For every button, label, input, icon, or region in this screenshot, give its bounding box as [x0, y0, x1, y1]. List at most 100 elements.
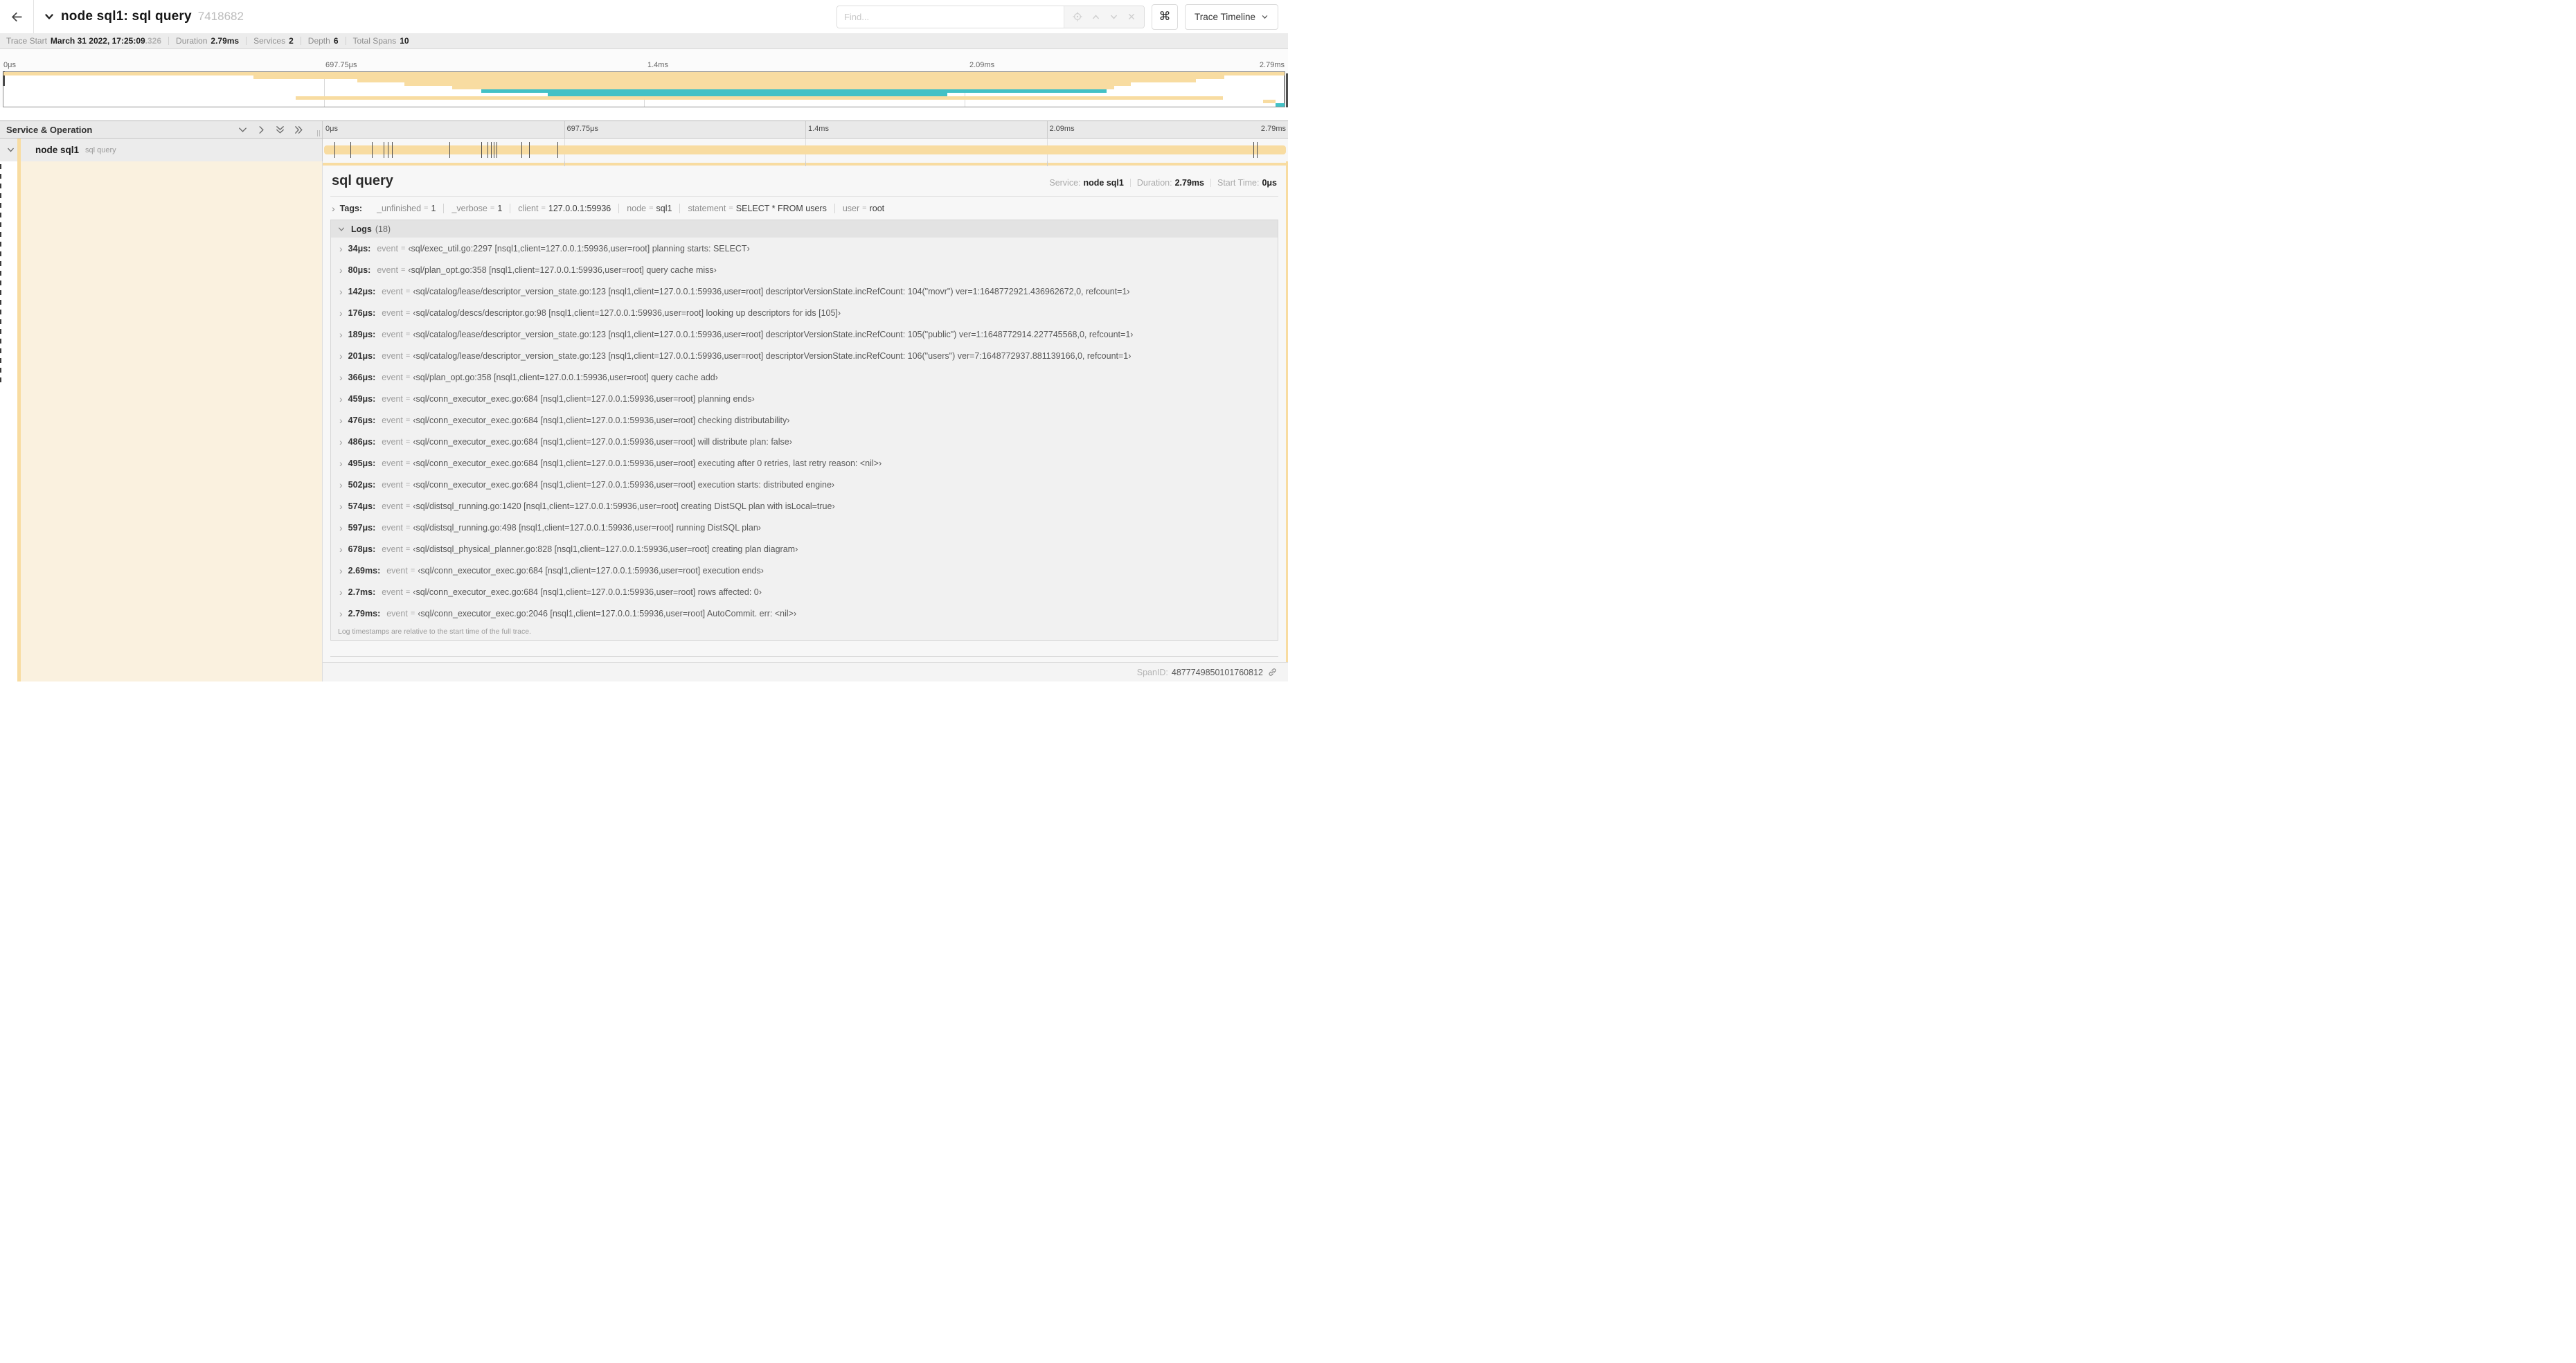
tags-label: Tags:	[339, 204, 363, 213]
log-row[interactable]: › 201μs: event = ‹sql/catalog/lease/desc…	[331, 345, 1278, 366]
operation-name: sql query	[85, 145, 116, 154]
minimap-right-scrubber[interactable]	[1284, 71, 1285, 107]
summary-value: 2	[289, 36, 294, 46]
detail-title-bar[interactable]: sql query Service: node sql1 Duration: 2.79…	[330, 166, 1278, 195]
log-field-key: event	[382, 458, 403, 468]
trace-summary-bar: Trace Start March 31 2022, 17:25:09.326 …	[0, 33, 1288, 49]
detail-span-title: sql query	[332, 173, 393, 188]
log-marker-tick[interactable]	[481, 142, 483, 158]
meta-separator	[1210, 179, 1211, 187]
logs-footer-note: Log timestamps are relative to the start…	[338, 627, 531, 636]
log-marker-tick[interactable]	[449, 142, 450, 158]
find-prev-chevron-up-icon[interactable]	[1091, 12, 1100, 21]
log-row[interactable]: › 678μs: event = ‹sql/distsql_physical_p…	[331, 538, 1278, 560]
tag-equals: =	[424, 204, 429, 213]
tag-key: _verbose	[451, 204, 488, 213]
log-message: ‹sql/plan_opt.go:358 [nsql1,client=127.0…	[408, 265, 717, 275]
span-duration-bar[interactable]	[324, 145, 1286, 154]
ruler-tick-label: 1.4ms	[808, 125, 829, 133]
span-id-strip: SpanID: 4877749850101760812	[323, 662, 1288, 682]
left-scrollbar-thumb[interactable]	[0, 164, 1, 386]
link-icon[interactable]	[1268, 668, 1277, 677]
expand-one-chevron-right-icon[interactable]	[256, 125, 267, 135]
log-row[interactable]: › 502μs: event = ‹sql/conn_executor_exec…	[331, 474, 1278, 495]
log-row[interactable]: › 476μs: event = ‹sql/conn_executor_exec…	[331, 409, 1278, 431]
column-resize-handle[interactable]	[317, 130, 320, 136]
find-next-chevron-down-icon[interactable]	[1109, 12, 1118, 21]
logs-header[interactable]: Logs (18)	[331, 220, 1278, 238]
log-marker-tick[interactable]	[1257, 142, 1258, 158]
log-row[interactable]: › 2.69ms: event = ‹sql/conn_executor_exe…	[331, 560, 1278, 581]
log-row[interactable]: › 597μs: event = ‹sql/distsql_running.go…	[331, 517, 1278, 538]
log-row[interactable]: › 34μs: event = ‹sql/exec_util.go:2297 […	[331, 238, 1278, 259]
logs-section: Logs (18) › 34μs: event = ‹sql/exec_util…	[330, 220, 1278, 641]
log-timestamp: 495μs:	[348, 458, 376, 468]
logs-chevron-down-icon	[337, 225, 346, 233]
tags-row[interactable]: › Tags: _unfinished = 1 _verbose = 1 cli…	[330, 197, 1278, 220]
logs-title: Logs	[351, 224, 372, 234]
log-marker-tick[interactable]	[557, 142, 558, 158]
collapse-all-double-chevron-down-icon[interactable]	[275, 125, 285, 135]
clear-find-x-icon[interactable]	[1127, 12, 1136, 21]
log-row[interactable]: › 366μs: event = ‹sql/plan_opt.go:358 [n…	[331, 366, 1278, 388]
log-row[interactable]: › 176μs: event = ‹sql/catalog/descs/desc…	[331, 302, 1278, 323]
tag-value: 1	[497, 204, 503, 213]
log-marker-tick[interactable]	[392, 142, 393, 158]
minimap-span-bar	[295, 96, 1224, 100]
tag-equals: =	[862, 204, 867, 213]
span-bar-cell[interactable]	[323, 139, 1288, 161]
log-row[interactable]: › 486μs: event = ‹sql/conn_executor_exec…	[331, 431, 1278, 452]
log-row[interactable]: › 495μs: event = ‹sql/conn_executor_exec…	[331, 452, 1278, 474]
log-equals: =	[405, 330, 411, 339]
log-marker-tick[interactable]	[490, 142, 492, 158]
log-row[interactable]: › 189μs: event = ‹sql/catalog/lease/desc…	[331, 323, 1278, 345]
log-equals: =	[405, 308, 411, 317]
log-chevron-right-icon: ›	[339, 586, 343, 598]
log-row[interactable]: › 574μs: event = ‹sql/distsql_running.go…	[331, 495, 1278, 517]
service-operation-title: Service & Operation	[6, 124, 93, 135]
arrow-left-icon	[11, 12, 22, 21]
log-row[interactable]: › 80μs: event = ‹sql/plan_opt.go:358 [ns…	[331, 259, 1278, 280]
log-field-key: event	[382, 393, 403, 404]
summary-label: Services	[253, 36, 286, 46]
tags-chevron-right-icon: ›	[332, 203, 335, 214]
log-marker-tick[interactable]	[529, 142, 530, 158]
log-equals: =	[405, 287, 411, 296]
ruler-tick-label: 2.09ms	[1049, 125, 1075, 133]
log-marker-tick[interactable]	[521, 142, 522, 158]
find-input[interactable]	[837, 6, 1064, 28]
log-timestamp: 201μs:	[348, 350, 376, 361]
log-marker-tick[interactable]	[1253, 142, 1255, 158]
span-collapse-chevron-icon[interactable]	[6, 145, 15, 154]
log-row[interactable]: › 142μs: event = ‹sql/catalog/lease/desc…	[331, 280, 1278, 302]
span-name-cell[interactable]: node sql1 sql query	[0, 139, 323, 161]
meta-value: node sql1	[1083, 178, 1124, 188]
tag-chip: _unfinished = 1	[369, 204, 445, 213]
detail-strip-gridline	[1046, 161, 1048, 166]
keyboard-shortcuts-button[interactable]: ⌘	[1151, 3, 1178, 30]
tag-chip: statement = SELECT * FROM users	[680, 204, 835, 213]
collapse-one-chevron-down-icon[interactable]	[238, 125, 248, 135]
log-chevron-right-icon: ›	[339, 393, 343, 404]
log-equals: =	[405, 587, 411, 596]
log-timestamp: 2.69ms:	[348, 565, 381, 576]
log-marker-tick[interactable]	[371, 142, 373, 158]
trace-view-selector[interactable]: Trace Timeline	[1184, 3, 1278, 30]
expand-all-double-chevron-right-icon[interactable]	[294, 125, 304, 135]
log-row[interactable]: › 2.79ms: event = ‹sql/conn_executor_exe…	[331, 603, 1278, 624]
log-row[interactable]: › 2.7ms: event = ‹sql/conn_executor_exec…	[331, 581, 1278, 603]
log-equals: =	[405, 416, 411, 425]
log-marker-tick[interactable]	[350, 142, 351, 158]
right-scrollbar-thumb[interactable]	[1286, 73, 1288, 107]
log-chevron-right-icon: ›	[339, 307, 343, 319]
minimap-viewport[interactable]	[3, 71, 1285, 107]
log-marker-tick[interactable]	[334, 142, 335, 158]
log-field-key: event	[386, 565, 408, 576]
log-row[interactable]: › 459μs: event = ‹sql/conn_executor_exec…	[331, 388, 1278, 409]
collapse-trace-chevron-icon[interactable]	[44, 11, 55, 22]
focus-target-icon[interactable]	[1073, 12, 1082, 21]
back-button[interactable]	[0, 0, 34, 33]
summary-value-suffix: .326	[145, 36, 162, 46]
log-timestamp: 597μs:	[348, 522, 376, 533]
summary-item: Duration 2.79ms	[176, 36, 239, 46]
